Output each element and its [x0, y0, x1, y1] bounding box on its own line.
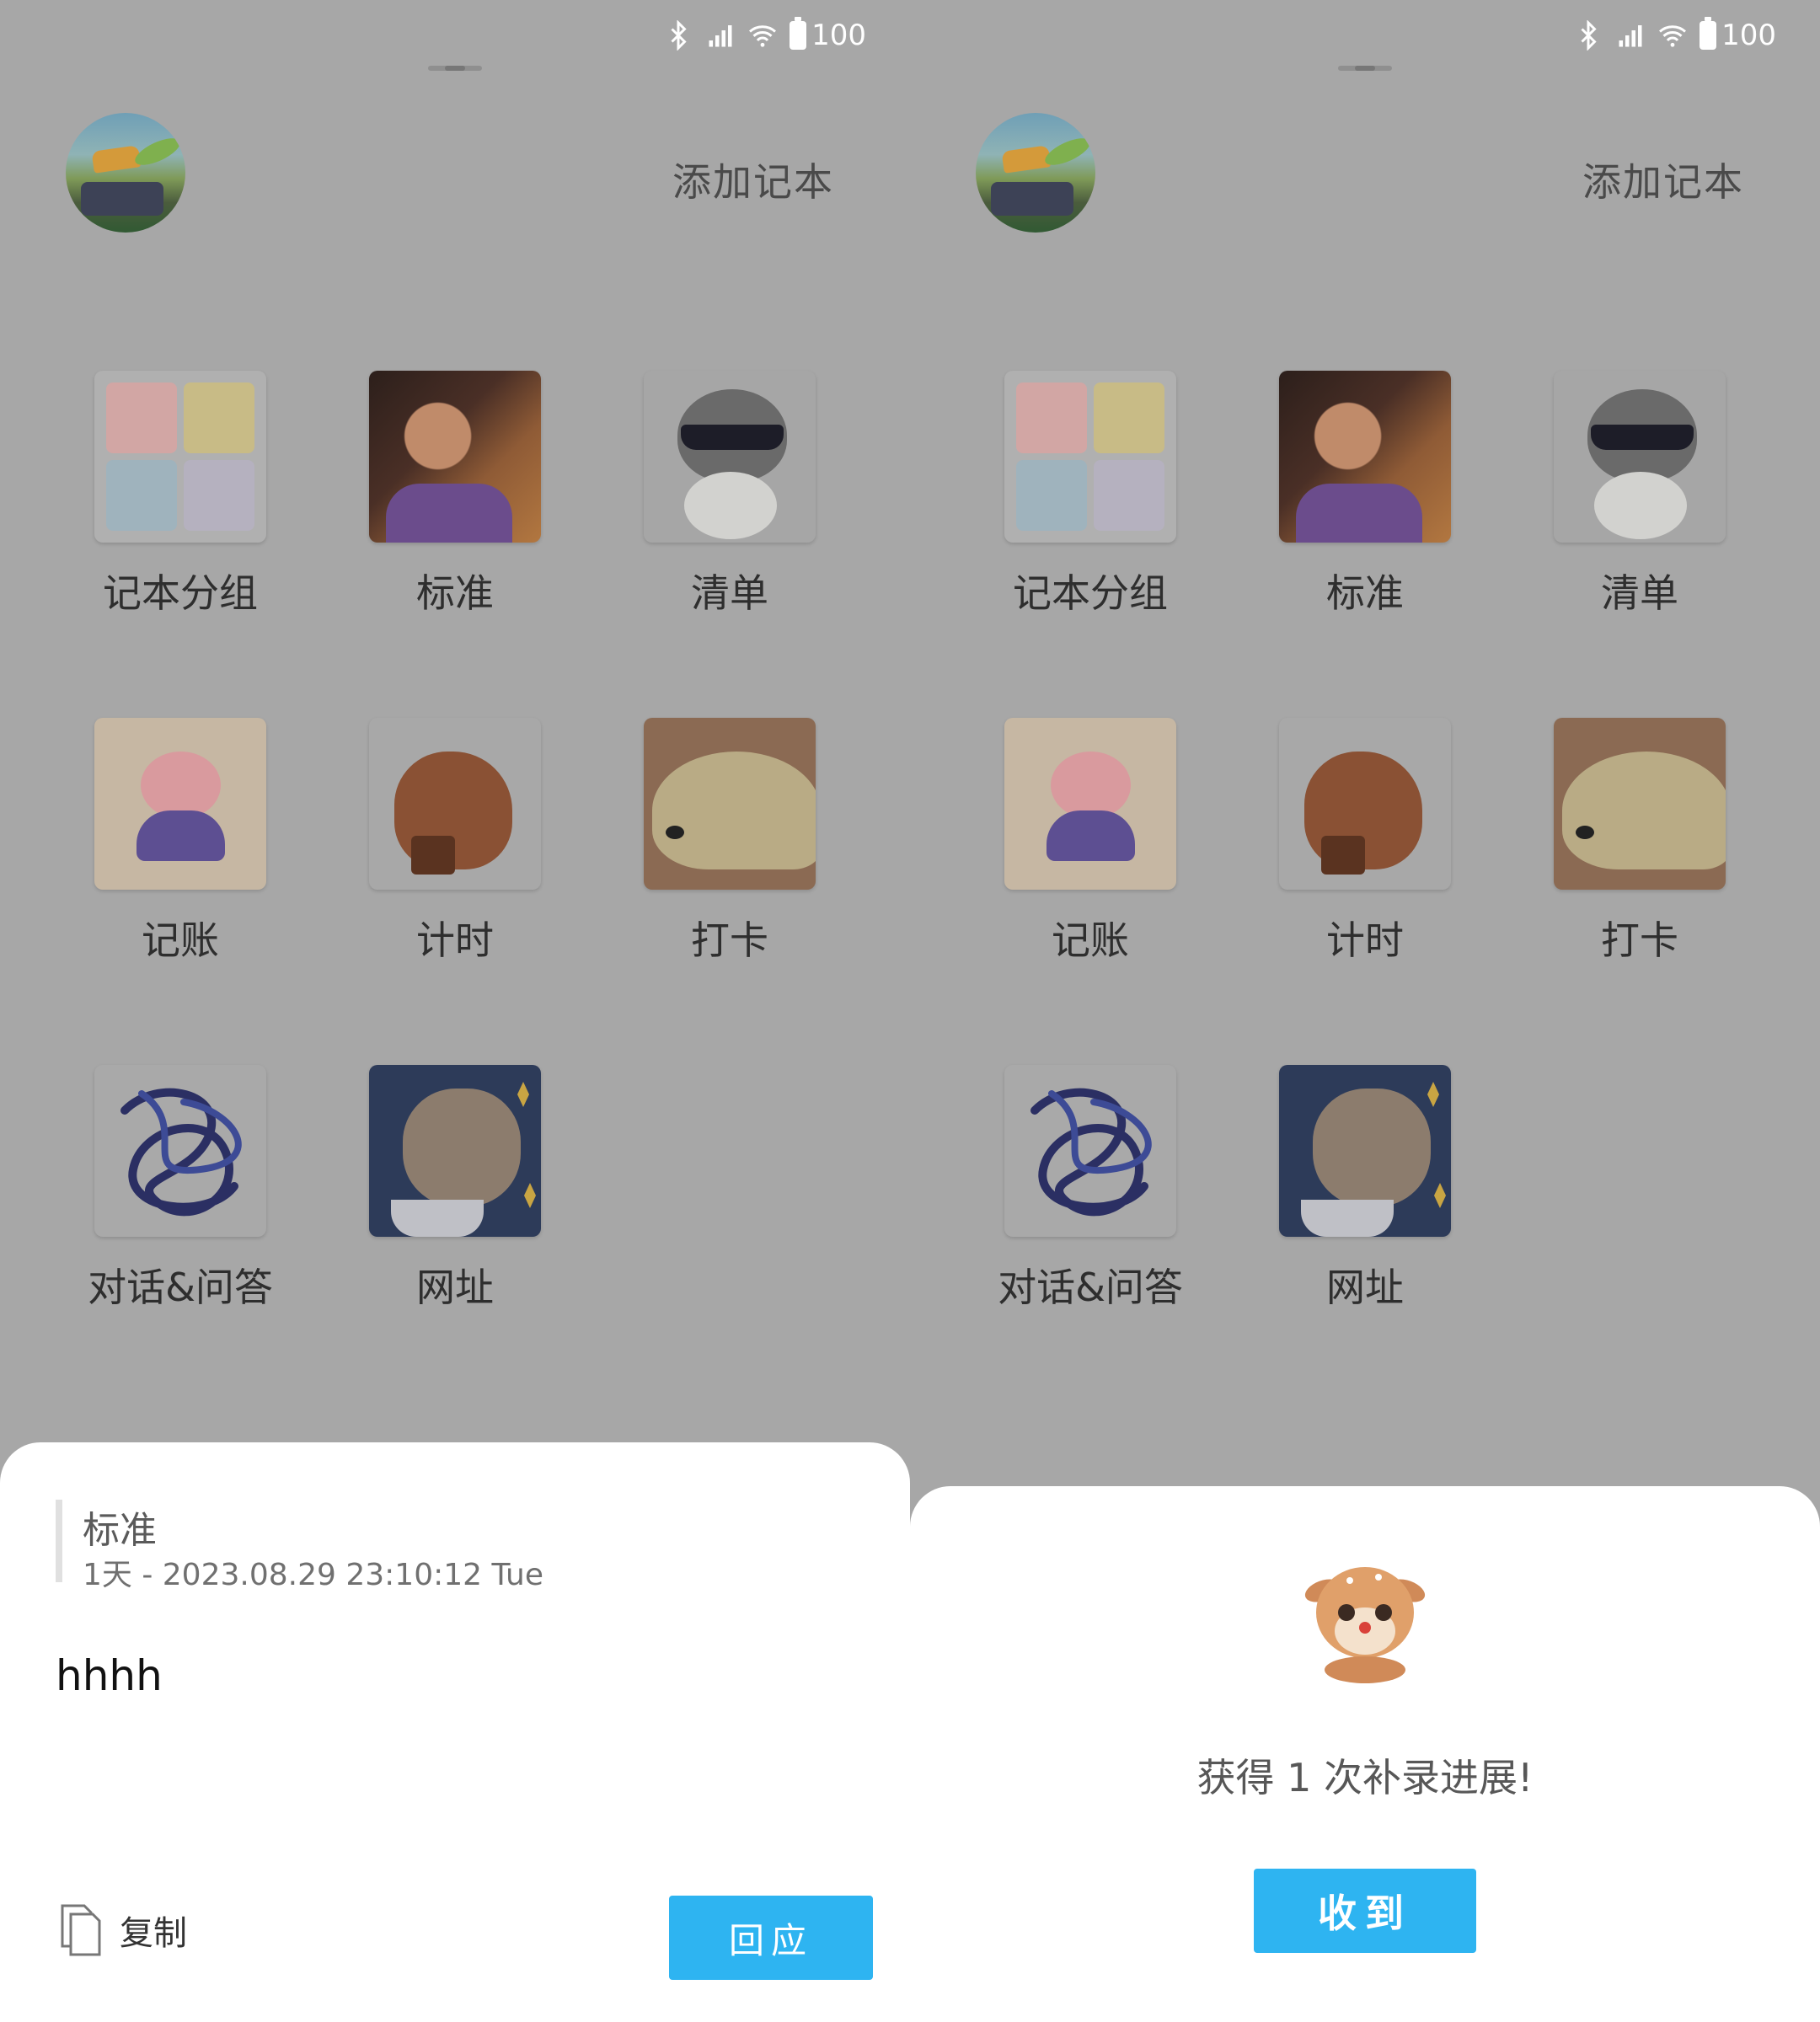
copy-label: 复制 — [120, 1914, 187, 1953]
battery-indicator: 100 — [790, 17, 866, 52]
grid-label: 记账 — [1052, 917, 1129, 963]
add-notebook-button[interactable]: 添加记本 — [672, 152, 834, 207]
grid-label: 对话&问答 — [88, 1265, 273, 1310]
notebook-group-icon[interactable] — [1004, 371, 1176, 543]
notebook-group-icon[interactable] — [94, 371, 266, 543]
battery-icon — [1700, 17, 1717, 50]
timer-icon[interactable] — [369, 718, 541, 890]
accounting-icon[interactable] — [94, 718, 266, 890]
battery-level: 100 — [811, 19, 866, 52]
grid-label: 计时 — [416, 917, 494, 963]
grid-label: 对话&问答 — [998, 1265, 1183, 1310]
right-screen: 100 添加记本 记本分组 标准 清单 记账 计时 打卡 对话&问答 网址 获得… — [910, 0, 1820, 2022]
check-in-icon[interactable] — [644, 718, 816, 890]
signal-icon — [1615, 20, 1646, 51]
battery-icon — [790, 17, 807, 50]
entry-meta: 1天 - 2023.08.29 23:10:12 Tue — [83, 1558, 543, 1592]
drag-handle[interactable] — [428, 66, 482, 71]
copy-icon — [59, 1904, 103, 1956]
entry-body[interactable]: hhhh — [56, 1651, 163, 1700]
reply-button[interactable]: 回应 — [669, 1896, 873, 1980]
add-notebook-button[interactable]: 添加记本 — [1582, 152, 1744, 207]
grid-label: 标准 — [416, 570, 494, 616]
url-icon[interactable] — [1279, 1065, 1451, 1237]
grid-label: 网址 — [1326, 1265, 1404, 1310]
chat-icon[interactable] — [1004, 1065, 1176, 1237]
grid-label: 标准 — [1326, 570, 1404, 616]
chat-icon[interactable] — [94, 1065, 266, 1237]
check-in-icon[interactable] — [1554, 718, 1726, 890]
avatar[interactable] — [66, 113, 185, 233]
reward-message: 获得 1 次补录进展! — [1196, 1755, 1534, 1800]
wifi-icon — [747, 20, 778, 51]
battery-level: 100 — [1721, 19, 1776, 52]
standard-icon[interactable] — [369, 371, 541, 543]
grid-label: 记账 — [142, 917, 219, 963]
grid-label: 计时 — [1326, 917, 1404, 963]
bluetooth-icon — [663, 20, 693, 51]
grid-label: 网址 — [416, 1265, 494, 1310]
accounting-icon[interactable] — [1004, 718, 1176, 890]
wifi-icon — [1657, 20, 1688, 51]
left-screen: 100 添加记本 记本分组 标准 清单 记账 计时 打卡 对话&问答 网址 标准… — [0, 0, 910, 2022]
quote-bar — [56, 1500, 62, 1582]
status-bar: 100 — [1573, 17, 1776, 52]
battery-indicator: 100 — [1700, 17, 1776, 52]
grid-label: 打卡 — [1601, 917, 1678, 963]
status-bar: 100 — [663, 17, 866, 52]
grid-label: 清单 — [1601, 570, 1678, 616]
entry-detail-sheet: 标准 1天 - 2023.08.29 23:10:12 Tue hhhh 复制 … — [0, 1442, 910, 2022]
checklist-icon[interactable] — [1554, 371, 1726, 543]
grid-label: 清单 — [691, 570, 768, 616]
bluetooth-icon — [1573, 20, 1603, 51]
receive-button[interactable]: 收到 — [1254, 1869, 1476, 1953]
url-icon[interactable] — [369, 1065, 541, 1237]
grid-label: 记本分组 — [1013, 570, 1168, 616]
grid-label: 打卡 — [691, 917, 768, 963]
timer-icon[interactable] — [1279, 718, 1451, 890]
standard-icon[interactable] — [1279, 371, 1451, 543]
grid-label: 记本分组 — [103, 570, 258, 616]
drag-handle[interactable] — [1338, 66, 1392, 71]
avatar[interactable] — [976, 113, 1095, 233]
copy-button[interactable]: 复制 — [59, 1904, 187, 1956]
deer-icon — [1304, 1567, 1426, 1683]
entry-title: 标准 — [83, 1509, 157, 1552]
reward-sheet: 获得 1 次补录进展! 收到 — [910, 1486, 1820, 2022]
signal-icon — [705, 20, 736, 51]
checklist-icon[interactable] — [644, 371, 816, 543]
